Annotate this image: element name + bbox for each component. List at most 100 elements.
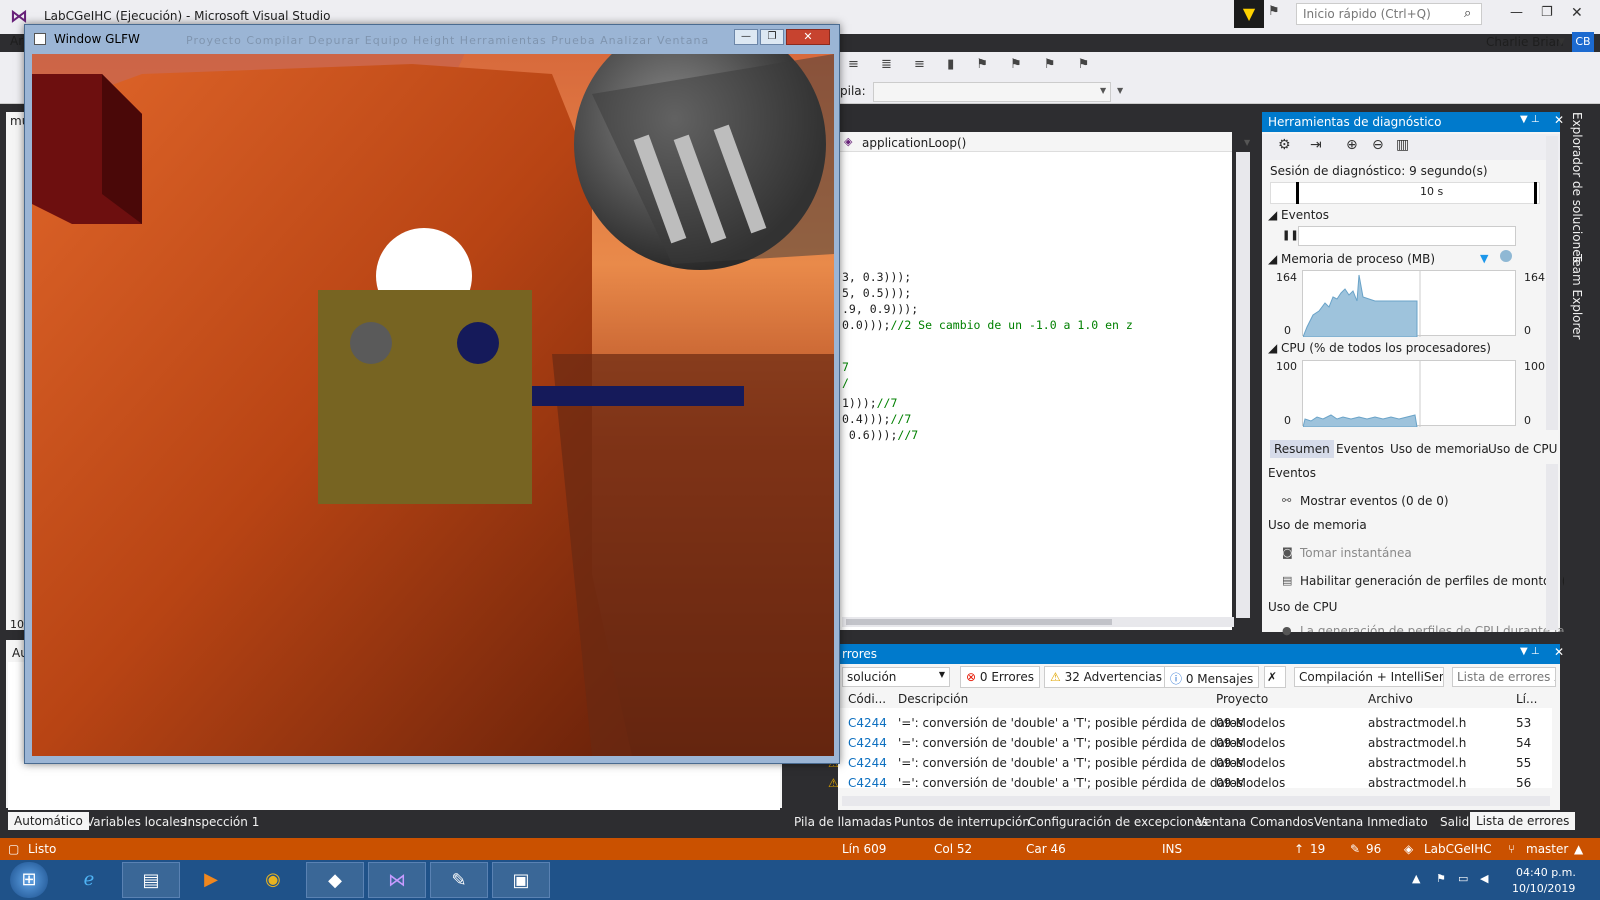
- editor-vertical-scrollbar[interactable]: [1236, 152, 1250, 618]
- col-description[interactable]: Descripción: [898, 692, 968, 706]
- pin-icon[interactable]: ▼ ⊥: [1520, 646, 1540, 657]
- error-cell-file[interactable]: abstractmodel.h: [1368, 756, 1466, 770]
- errors-filter-button[interactable]: ⊗ 0 Errores: [960, 666, 1040, 688]
- tab-variables-locales[interactable]: Variables locales: [86, 815, 186, 829]
- glfw-maximize-button[interactable]: ❐: [760, 29, 784, 45]
- error-cell-project[interactable]: 09-Modelos: [1216, 756, 1285, 770]
- tool-tab[interactable]: Configuración de excepciones: [1028, 815, 1208, 829]
- error-list-scrollbar[interactable]: [842, 796, 1550, 806]
- opengl-viewport[interactable]: [32, 54, 834, 756]
- code-editor[interactable]: [838, 132, 1232, 630]
- export-icon[interactable]: ⇥: [1310, 137, 1322, 153]
- zoom-out-icon[interactable]: ⊖: [1372, 137, 1384, 153]
- col-code[interactable]: Códi...: [848, 692, 886, 706]
- clock-date[interactable]: 10/10/2019: [1512, 882, 1575, 895]
- error-cell-project[interactable]: 09-Modelos: [1216, 776, 1285, 790]
- menu-archivo[interactable]: Ar: [10, 34, 23, 48]
- error-cell-line[interactable]: 55: [1516, 756, 1531, 770]
- error-cell-project[interactable]: 09-Modelos: [1216, 716, 1285, 730]
- col-project[interactable]: Proyecto: [1216, 692, 1268, 706]
- error-cell-line[interactable]: 54: [1516, 736, 1531, 750]
- chrome-icon[interactable]: ◉: [244, 862, 302, 898]
- error-scope-select[interactable]: solución ▼: [842, 667, 950, 687]
- branch-name[interactable]: master: [1526, 842, 1568, 856]
- tab-uso-cpu[interactable]: Uso de CPU: [1488, 442, 1557, 456]
- code-line[interactable]: 0.4)));//7: [842, 412, 911, 426]
- code-line[interactable]: 7: [842, 360, 849, 374]
- error-cell-desc[interactable]: '=': conversión de 'double' a 'T'; posib…: [898, 736, 1243, 750]
- git-icon[interactable]: ◆: [306, 862, 364, 898]
- tab-inspeccion-1[interactable]: Inspección 1: [184, 815, 259, 829]
- minimize-button[interactable]: —: [1510, 5, 1523, 20]
- error-cell-desc[interactable]: '=': conversión de 'double' a 'T'; posib…: [898, 716, 1243, 730]
- pencil-icon[interactable]: ✎: [1350, 842, 1360, 856]
- branch-icon[interactable]: ⑂: [1508, 842, 1515, 856]
- tool-tab[interactable]: Lista de errores: [1470, 812, 1576, 830]
- take-snapshot-button[interactable]: Tomar instantánea: [1300, 546, 1412, 560]
- error-search-input[interactable]: Lista de errores ⌕: [1452, 667, 1556, 687]
- restore-button[interactable]: ❐: [1541, 5, 1553, 20]
- volume-icon[interactable]: ◀: [1480, 872, 1488, 885]
- chevron-down-icon[interactable]: ▼: [1100, 86, 1106, 95]
- memory-section-title[interactable]: ◢ Memoria de proceso (MB): [1268, 252, 1435, 266]
- avatar[interactable]: CB: [1572, 32, 1594, 52]
- error-cell-desc[interactable]: '=': conversión de 'double' a 'T'; posib…: [898, 756, 1243, 770]
- tool-tab[interactable]: Ventana Comandos: [1197, 815, 1314, 829]
- file-explorer-icon[interactable]: ▤: [122, 862, 180, 898]
- close-icon[interactable]: ✕: [1554, 113, 1564, 127]
- zoom-in-icon[interactable]: ⊕: [1346, 137, 1358, 153]
- error-cell-code[interactable]: C4244: [848, 716, 887, 730]
- toolbar-overflow-icon[interactable]: ▼: [1117, 86, 1123, 95]
- media-player-icon[interactable]: ▶: [182, 862, 240, 898]
- glfw-minimize-button[interactable]: —: [734, 29, 758, 45]
- toolbar-bookmark-icons[interactable]: ≡ ≣ ≡ ▮ ⚑ ⚑ ⚑ ⚑: [848, 57, 1098, 72]
- code-line[interactable]: 5, 0.5)));: [842, 286, 911, 300]
- error-cell-code[interactable]: C4244: [848, 756, 887, 770]
- build-filter-select[interactable]: Compilación + IntelliSen ▾: [1294, 667, 1444, 687]
- scrollbar-thumb[interactable]: [846, 619, 1112, 625]
- timeline-end-marker[interactable]: [1534, 182, 1537, 204]
- code-line[interactable]: .9, 0.9)));: [842, 302, 918, 316]
- code-line[interactable]: 0.0)));//2 Se cambio de un -1.0 a 1.0 en…: [842, 318, 1133, 332]
- pin-icon[interactable]: ▼ ⊥: [1520, 114, 1540, 125]
- close-icon[interactable]: ✕: [1554, 645, 1564, 659]
- heap-profiling-toggle[interactable]: Habilitar generación de perfiles de mont…: [1300, 574, 1574, 588]
- search-icon[interactable]: ⌕: [1464, 6, 1471, 21]
- diagnostic-summary-scrollbar[interactable]: [1546, 464, 1558, 630]
- error-cell-project[interactable]: 09-Modelos: [1216, 736, 1285, 750]
- cpu-section-title[interactable]: ◢ CPU (% de todos los procesadores): [1268, 341, 1491, 355]
- show-events-link[interactable]: Mostrar eventos (0 de 0): [1300, 494, 1449, 508]
- tab-eventos[interactable]: Eventos: [1336, 442, 1384, 456]
- tool-tab[interactable]: Puntos de interrupción: [894, 815, 1030, 829]
- tab-uso-memoria[interactable]: Uso de memoria: [1390, 442, 1489, 456]
- tab-team-explorer[interactable]: Team Explorer: [1570, 254, 1584, 340]
- code-line[interactable]: /: [842, 376, 849, 390]
- tab-automatico[interactable]: Automático: [8, 812, 89, 830]
- warnings-filter-button[interactable]: ⚠ 32 Advertencias: [1044, 666, 1168, 688]
- error-cell-file[interactable]: abstractmodel.h: [1368, 776, 1466, 790]
- error-cell-code[interactable]: C4244: [848, 776, 887, 790]
- tool-tab[interactable]: Pila de llamadas: [794, 815, 892, 829]
- messages-filter-button[interactable]: ⓘ 0 Mensajes: [1164, 666, 1260, 688]
- network-icon[interactable]: ▭: [1458, 872, 1468, 885]
- error-cell-file[interactable]: abstractmodel.h: [1368, 736, 1466, 750]
- tab-solution-explorer[interactable]: Explorador de soluciones: [1570, 112, 1584, 263]
- glfw-close-button[interactable]: ✕: [786, 29, 830, 45]
- error-cell-line[interactable]: 53: [1516, 716, 1531, 730]
- code-line[interactable]: 3, 0.3)));: [842, 270, 911, 284]
- diagnostic-scrollbar[interactable]: [1546, 136, 1558, 430]
- col-line[interactable]: Lí...: [1516, 692, 1537, 706]
- error-cell-line[interactable]: 56: [1516, 776, 1531, 790]
- close-button[interactable]: ✕: [1571, 5, 1583, 21]
- error-cell-file[interactable]: abstractmodel.h: [1368, 716, 1466, 730]
- chevron-down-icon[interactable]: ▼: [1244, 138, 1250, 147]
- repository-name[interactable]: LabCGeIHC: [1424, 842, 1492, 856]
- col-file[interactable]: Archivo: [1368, 692, 1413, 706]
- timeline-start-marker[interactable]: [1296, 182, 1299, 204]
- code-line[interactable]: 1)));//7: [842, 396, 897, 410]
- method-dropdown[interactable]: applicationLoop(): [862, 136, 966, 150]
- code-line[interactable]: 0.6)));//7: [842, 428, 918, 442]
- clock-time[interactable]: 04:40 p.m.: [1516, 866, 1576, 879]
- visual-studio-taskbar-icon[interactable]: ⋈: [368, 862, 426, 898]
- up-arrow-icon[interactable]: ↑: [1294, 842, 1304, 856]
